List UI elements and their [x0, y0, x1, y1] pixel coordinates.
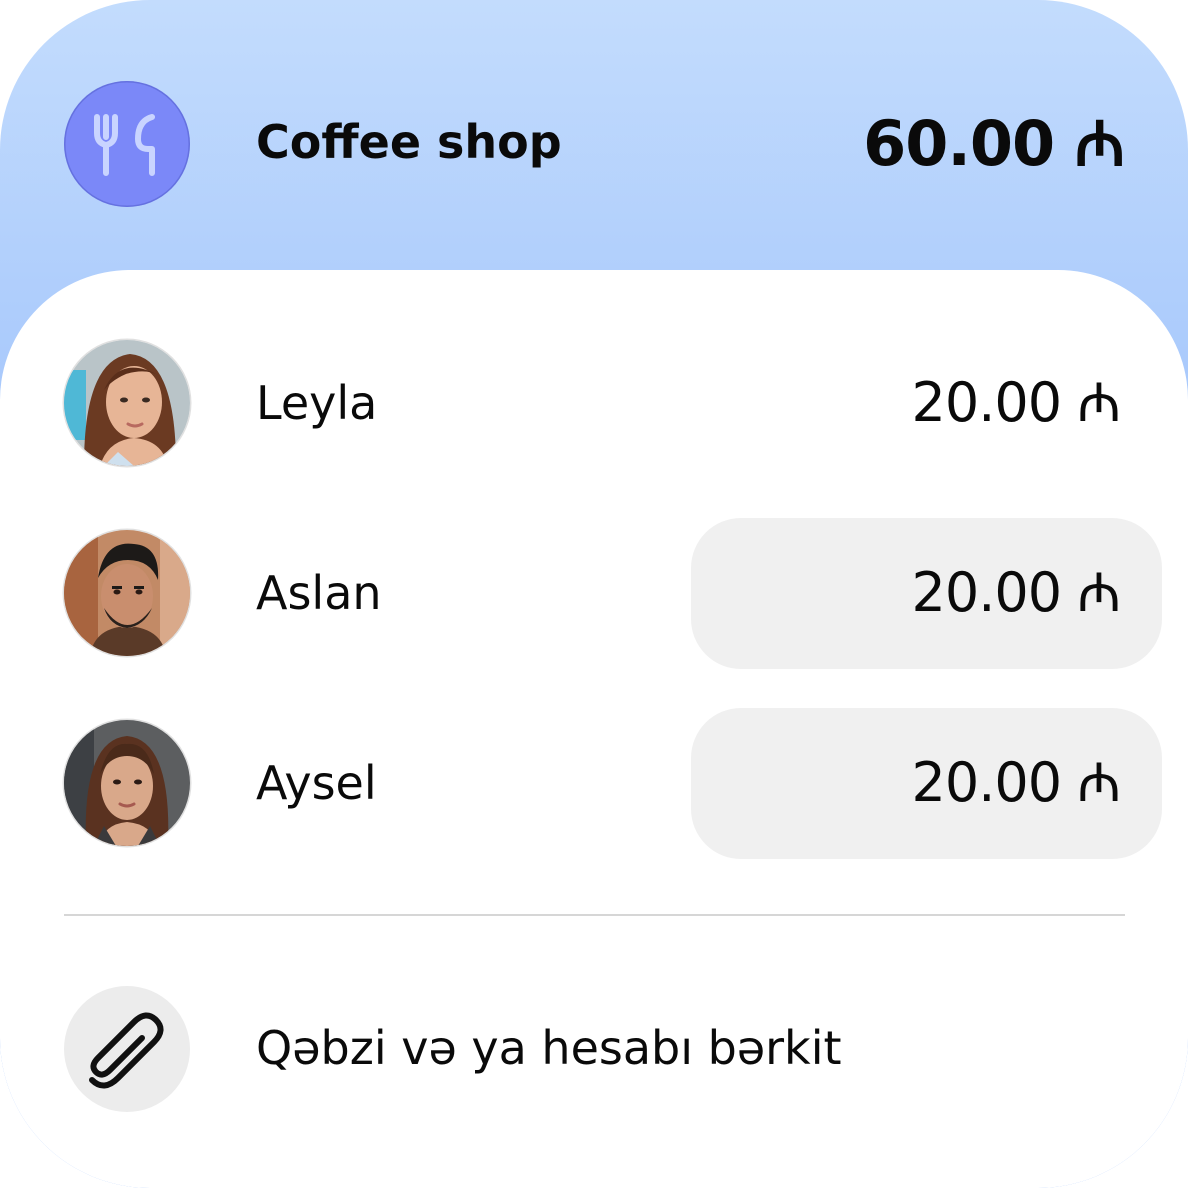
participant-name: Leyla	[256, 376, 378, 430]
avatar-aslan-image	[64, 530, 190, 656]
merchant-header: Coffee shop 60.00 ₼	[0, 0, 1188, 272]
participant-row: Aysel 20.00 ₼	[0, 708, 1188, 860]
merchant-name: Coffee shop	[256, 115, 562, 169]
avatar-aysel-image	[64, 720, 190, 846]
avatar	[64, 340, 190, 466]
bill-total: 60.00 ₼	[863, 107, 1125, 180]
merchant-category-badge	[64, 81, 190, 207]
amount-input[interactable]: 20.00 ₼	[691, 708, 1162, 859]
divider	[64, 914, 1125, 916]
attach-receipt-label: Qəbzi və ya hesabı bərkit	[256, 1021, 842, 1075]
participant-name: Aslan	[256, 566, 382, 620]
participant-name: Aysel	[256, 756, 377, 810]
participant-row: Leyla 20.00 ₼	[0, 328, 1188, 480]
paperclip-icon	[89, 1012, 164, 1089]
amount-input-value: 20.00 ₼	[911, 751, 1121, 814]
fork-knife-icon	[94, 114, 155, 176]
attach-icon-circle	[64, 986, 190, 1112]
participant-row: Aslan 20.00 ₼	[0, 518, 1188, 670]
avatar	[64, 530, 190, 656]
split-bill-card: Coffee shop 60.00 ₼ Leyla 20.00 ₼ Aslan …	[0, 0, 1188, 1188]
amount-input-value: 20.00 ₼	[911, 561, 1121, 624]
avatar	[64, 720, 190, 846]
participant-amount: 20.00 ₼	[911, 371, 1121, 434]
avatar-leyla-image	[64, 340, 190, 466]
amount-input[interactable]: 20.00 ₼	[691, 518, 1162, 669]
attach-receipt-button[interactable]: Qəbzi və ya hesabı bərkit	[0, 985, 1188, 1115]
